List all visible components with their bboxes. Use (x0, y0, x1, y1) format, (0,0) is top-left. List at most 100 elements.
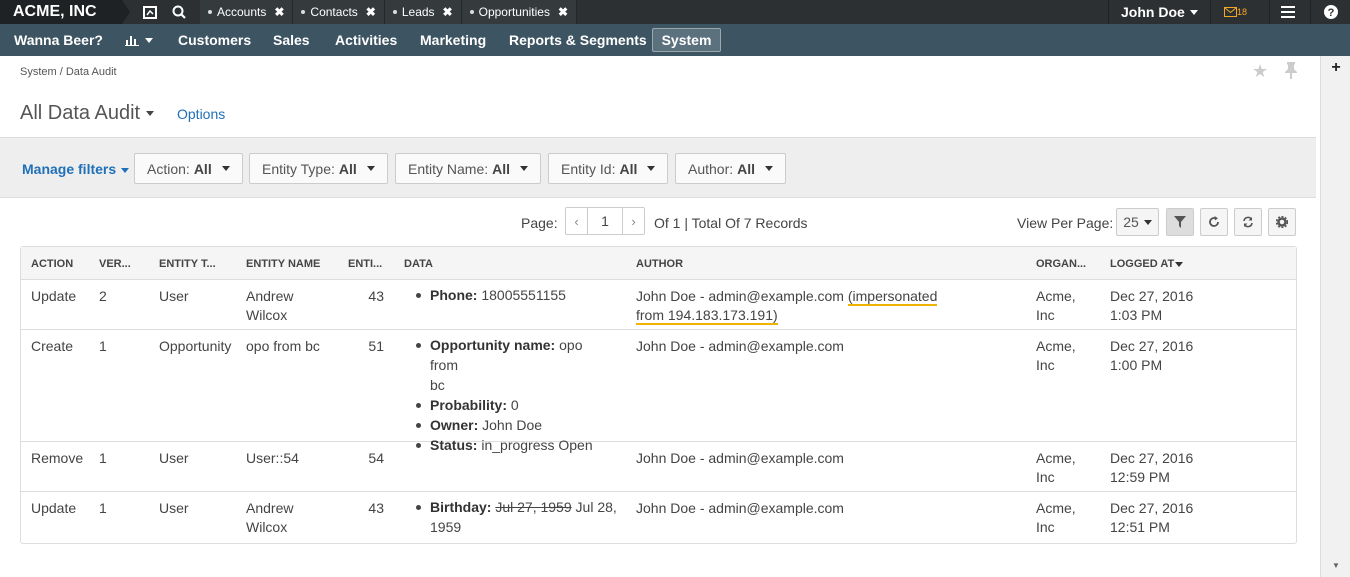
org-line: Acme, (1036, 338, 1076, 354)
filter-entity-name[interactable]: Entity Name: All (395, 153, 542, 184)
chevron-right-icon[interactable]: › (622, 208, 644, 234)
page-number-input[interactable]: 1 (588, 208, 622, 234)
column-header-data[interactable]: DATA (404, 258, 433, 270)
pinned-tab-opportunities[interactable]: Opportunities ✖ (461, 0, 578, 24)
scroll-down-icon[interactable]: ▼ (1322, 561, 1350, 573)
filter-entity-id[interactable]: Entity Id: All (548, 153, 669, 184)
nav-item-wanna-beer[interactable]: Wanna Beer? (7, 28, 110, 52)
help-icon: ? (1323, 5, 1338, 19)
brand-logo[interactable]: ACME, INC (0, 0, 130, 24)
filter-entity-type[interactable]: Entity Type: All (249, 153, 388, 184)
cell-version: 1 (99, 450, 107, 466)
filter-label: Entity Id: (561, 160, 616, 177)
main-navigation: Wanna Beer? Customers Sales Activities M… (0, 24, 1350, 56)
bar-chart-icon (125, 36, 139, 46)
data-audit-grid: ACTION VER... ENTITY T... ENTITY NAME EN… (20, 246, 1297, 544)
nav-item-dashboards[interactable] (118, 28, 160, 52)
close-icon[interactable]: ✖ (443, 5, 453, 19)
filter-value: All (737, 160, 756, 177)
column-header-logged-at[interactable]: LOGGED AT (1110, 258, 1184, 270)
nav-item-customers[interactable]: Customers (171, 28, 258, 52)
grid-settings-button[interactable] (1268, 208, 1296, 236)
entity-name-line: Wilcox (246, 519, 288, 535)
refresh-button[interactable] (1200, 208, 1228, 236)
author-value: John Doe - admin@example.com (636, 288, 844, 304)
data-item: Probability: 0 (413, 395, 613, 415)
column-header-entity-name[interactable]: ENTITY NAME (246, 258, 320, 270)
entity-name-line: Andrew (246, 500, 294, 516)
tab-label: Contacts (310, 5, 358, 19)
nav-item-activities[interactable]: Activities (328, 28, 404, 52)
manage-filters-button[interactable]: Manage filters (22, 161, 130, 177)
history-icon[interactable] (136, 0, 164, 24)
table-row[interactable]: Update 2 User Andrew Wilcox 43 Phone: 180… (21, 280, 1296, 330)
close-icon[interactable]: ✖ (274, 5, 284, 19)
data-key: Birthday: (430, 499, 492, 515)
data-old-value: Jul 27, 1959 (495, 499, 572, 515)
menu-button[interactable] (1269, 0, 1305, 24)
column-header-entity-type[interactable]: ENTITY T... (159, 258, 216, 270)
filter-value: All (492, 160, 511, 177)
data-value: 1959 (430, 519, 462, 535)
logged-date: Dec 27, 2016 (1110, 338, 1194, 354)
pinned-tab-leads[interactable]: Leads ✖ (384, 0, 462, 24)
email-notification[interactable]: 18 (1210, 0, 1260, 24)
cell-entity-type: Opportunity (159, 338, 232, 354)
nav-item-system[interactable]: System (652, 28, 721, 52)
cell-entity-type: User (159, 288, 189, 304)
filter-label: Entity Name: (408, 160, 489, 177)
envelope-icon (1223, 7, 1237, 17)
table-row[interactable]: Create 1 Opportunity opo from bc 51 Oppo… (21, 330, 1296, 453)
user-menu[interactable]: John Doe (1108, 0, 1208, 24)
close-icon[interactable]: ✖ (558, 5, 568, 19)
filter-author[interactable]: Author: All (675, 153, 787, 184)
nav-item-marketing[interactable]: Marketing (413, 28, 493, 52)
logged-date: Dec 27, 2016 (1110, 450, 1194, 466)
column-header-action[interactable]: ACTION (31, 258, 73, 270)
cell-organization: Acme, Inc (1036, 337, 1076, 375)
column-header-author[interactable]: AUTHOR (636, 258, 683, 270)
filter-toggle-button[interactable] (1166, 208, 1194, 236)
org-line: Acme, (1036, 500, 1076, 516)
tab-label: Leads (401, 5, 435, 19)
data-item: Phone: 18005551155 (413, 285, 566, 305)
per-page-select[interactable]: 25 (1116, 208, 1159, 236)
column-header-version[interactable]: VER... (99, 258, 131, 270)
page-title-dropdown[interactable]: All Data Audit (20, 102, 155, 125)
chevron-down-icon (1143, 219, 1152, 225)
pin-icon[interactable] (1284, 61, 1298, 84)
data-value: bc (430, 377, 445, 393)
org-line: Acme, (1036, 450, 1076, 466)
entity-name-line: Wilcox (246, 307, 288, 323)
data-value: 0 (510, 397, 519, 413)
table-row[interactable]: Update 1 User Andrew Wilcox 43 Birthday: … (21, 492, 1296, 543)
cell-entity-name: Andrew Wilcox (246, 287, 293, 325)
chevron-down-icon (146, 111, 155, 116)
view-per-page-label: View Per Page: (1017, 215, 1114, 231)
reset-button[interactable] (1234, 208, 1262, 236)
favorite-star-icon[interactable]: ★ (1252, 61, 1268, 82)
filter-action[interactable]: Action: All (134, 153, 243, 184)
column-header-entity-id[interactable]: ENTI... (348, 258, 382, 270)
nav-item-sales[interactable]: Sales (266, 28, 317, 52)
help-button[interactable]: ? (1310, 0, 1350, 24)
pinned-tab-contacts[interactable]: Contacts ✖ (293, 0, 385, 24)
cell-author: John Doe - admin@example.com (636, 450, 844, 466)
options-link[interactable]: Options (177, 106, 225, 122)
add-widget-icon[interactable]: + (1321, 56, 1350, 80)
pinned-tabs: Accounts ✖ Contacts ✖ Leads ✖ Opportunities… (200, 0, 578, 24)
page-label: Page: (521, 215, 558, 231)
cell-organization: Acme, Inc (1036, 499, 1076, 537)
chevron-down-icon (366, 166, 375, 171)
cell-logged-at: Dec 27, 2016 1:00 PM (1110, 337, 1193, 375)
search-icon[interactable] (165, 0, 193, 24)
chevron-left-icon[interactable]: ‹ (566, 208, 588, 234)
table-row[interactable]: Remove 1 User User::54 54 John Doe - adm… (21, 442, 1296, 492)
column-header-organization[interactable]: ORGAN... (1036, 258, 1086, 270)
pinned-tab-accounts[interactable]: Accounts ✖ (200, 0, 294, 24)
tab-label: Accounts (217, 5, 267, 19)
filter-value: All (338, 160, 357, 177)
nav-item-reports-segments[interactable]: Reports & Segments (502, 28, 654, 52)
close-icon[interactable]: ✖ (366, 5, 376, 19)
org-line: Inc (1036, 519, 1055, 535)
